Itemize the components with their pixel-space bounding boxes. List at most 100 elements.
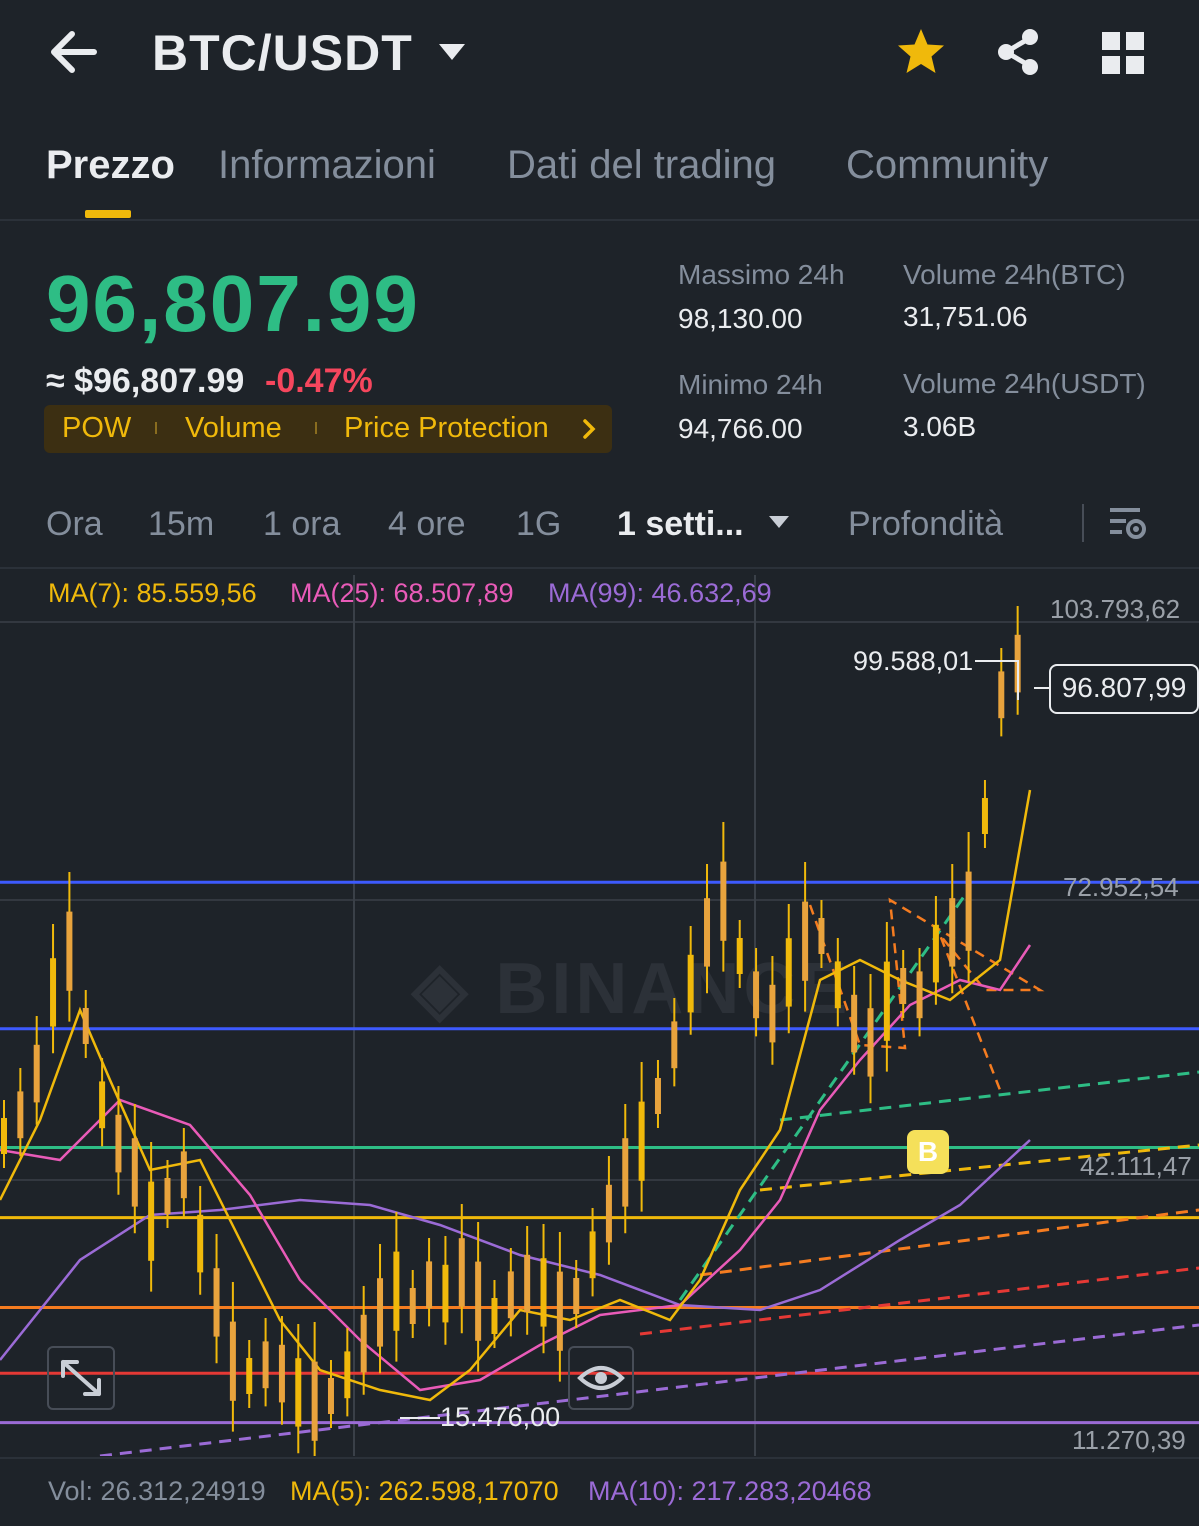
interval-1-ora[interactable]: 1 ora — [263, 505, 341, 544]
candle-body — [507, 1271, 514, 1319]
candle-body — [82, 1008, 89, 1044]
vol-usdt-label: Volume 24h(USDT) — [903, 368, 1146, 399]
tag-separator — [155, 422, 157, 434]
interval-profondita[interactable]: Profondità — [848, 505, 1003, 544]
chart-settings-icon[interactable] — [1106, 502, 1148, 542]
candle-body — [704, 898, 711, 967]
volume-ma10-label: MA(10): 217.283,20468 — [588, 1476, 872, 1506]
y-axis-label: 11.270,39 — [1072, 1425, 1186, 1455]
divider — [0, 219, 1199, 221]
candle-body — [115, 1114, 122, 1173]
candle-body — [605, 1184, 612, 1243]
last-price-tag-value: 96.807,99 — [1061, 672, 1187, 703]
candle-body — [573, 1278, 580, 1314]
ma7-label: MA(7): 85.559,56 — [48, 578, 257, 608]
divider — [1082, 504, 1084, 542]
candle-body — [900, 968, 907, 1004]
candle-body — [736, 938, 743, 974]
eye-icon[interactable] — [568, 1346, 634, 1410]
ma99-line — [0, 1139, 1031, 1361]
candle-body — [981, 798, 988, 834]
candle-body — [834, 961, 841, 1009]
high-24h-label: Massimo 24h — [678, 259, 845, 290]
candle-body — [883, 961, 890, 1041]
back-arrow-icon[interactable] — [40, 22, 110, 82]
star-icon[interactable] — [895, 26, 947, 78]
tag-pow[interactable]: POW — [62, 412, 131, 445]
interval-15m[interactable]: 15m — [148, 505, 214, 544]
candle-body — [50, 958, 57, 1027]
grid-icon[interactable] — [1100, 30, 1146, 76]
ma99-label: MA(99): 46.632,69 — [548, 578, 772, 608]
high-24h-value: 98,130.00 — [678, 303, 803, 334]
candle-body — [426, 1261, 433, 1309]
usd-price: ≈ $96,807.99 — [46, 362, 245, 400]
divider — [0, 1457, 1199, 1459]
volume-ma5-label: MA(5): 262.598,17070 — [290, 1476, 559, 1506]
y-axis-label: 103.793,62 — [1050, 594, 1181, 624]
expand-icon[interactable] — [47, 1346, 115, 1410]
candle-body — [213, 1268, 220, 1337]
candle-body — [164, 1178, 171, 1214]
tab-dati-del-trading[interactable]: Dati del trading — [507, 143, 776, 188]
caret-down-icon[interactable] — [437, 40, 467, 64]
high-marker-label: 99.588,01 — [853, 646, 974, 676]
tab-informazioni[interactable]: Informazioni — [218, 143, 436, 188]
trend-line — [639, 1266, 1199, 1336]
divider — [0, 567, 1199, 569]
tag-price-protection[interactable]: Price Protection — [344, 412, 549, 445]
candle-body — [475, 1261, 482, 1341]
candle-body — [278, 1344, 285, 1403]
low-marker-label: 15.476,00 — [440, 1402, 561, 1432]
candle-body — [769, 984, 776, 1043]
trend-line — [699, 1208, 1199, 1277]
candle-body — [344, 1351, 351, 1399]
caret-down-icon[interactable] — [768, 514, 790, 530]
high-marker-line — [975, 660, 1019, 700]
tab-prezzo[interactable]: Prezzo — [46, 143, 175, 188]
candle-body — [1, 1118, 7, 1154]
candle-body — [229, 1321, 236, 1401]
interval-1g[interactable]: 1G — [516, 505, 561, 544]
candle-body — [949, 898, 956, 967]
candle-body — [654, 1078, 661, 1114]
candle-body — [932, 924, 939, 983]
low-24h-value: 94,766.00 — [678, 413, 803, 444]
candle-body — [524, 1254, 531, 1313]
candle-body — [785, 938, 792, 1007]
buy-signal-label: B — [917, 1136, 939, 1167]
tag-volume[interactable]: Volume — [185, 412, 282, 445]
candle-body — [295, 1358, 302, 1427]
candle-body — [99, 1081, 106, 1129]
candle-body — [33, 1044, 40, 1103]
vol-btc-label: Volume 24h(BTC) — [903, 259, 1126, 290]
candle-body — [753, 971, 760, 1019]
share-icon[interactable] — [992, 26, 1044, 78]
vol-usdt-value: 3.06B — [903, 411, 977, 442]
candle-body — [556, 1271, 563, 1351]
candle-body — [687, 954, 694, 1013]
candle-body — [66, 911, 73, 991]
volume-label: Vol: 26.312,24919 — [48, 1476, 266, 1506]
interval-ora[interactable]: Ora — [46, 505, 103, 544]
candle-body — [327, 1378, 334, 1414]
candle-body — [377, 1278, 384, 1347]
price-chart[interactable] — [0, 570, 1199, 1456]
candle-body — [851, 994, 858, 1053]
tab-community[interactable]: Community — [846, 143, 1048, 188]
low-24h-label: Minimo 24h — [678, 369, 823, 400]
ma25-label: MA(25): 68.507,89 — [290, 578, 514, 608]
candle-body — [491, 1298, 498, 1334]
chevron-right-icon[interactable] — [580, 418, 598, 440]
candle-body — [458, 1238, 465, 1307]
candle-body — [17, 1091, 24, 1139]
candle-body — [802, 901, 809, 981]
pair-title[interactable]: BTC/USDT — [152, 24, 413, 82]
active-tab-indicator — [85, 210, 131, 218]
interval-1-settimana[interactable]: 1 setti... — [617, 505, 744, 544]
candle-body — [638, 1101, 645, 1181]
candle-body — [720, 861, 727, 941]
interval-4-ore[interactable]: 4 ore — [388, 505, 466, 544]
candle-body — [622, 1138, 629, 1207]
candle-body — [442, 1264, 449, 1323]
